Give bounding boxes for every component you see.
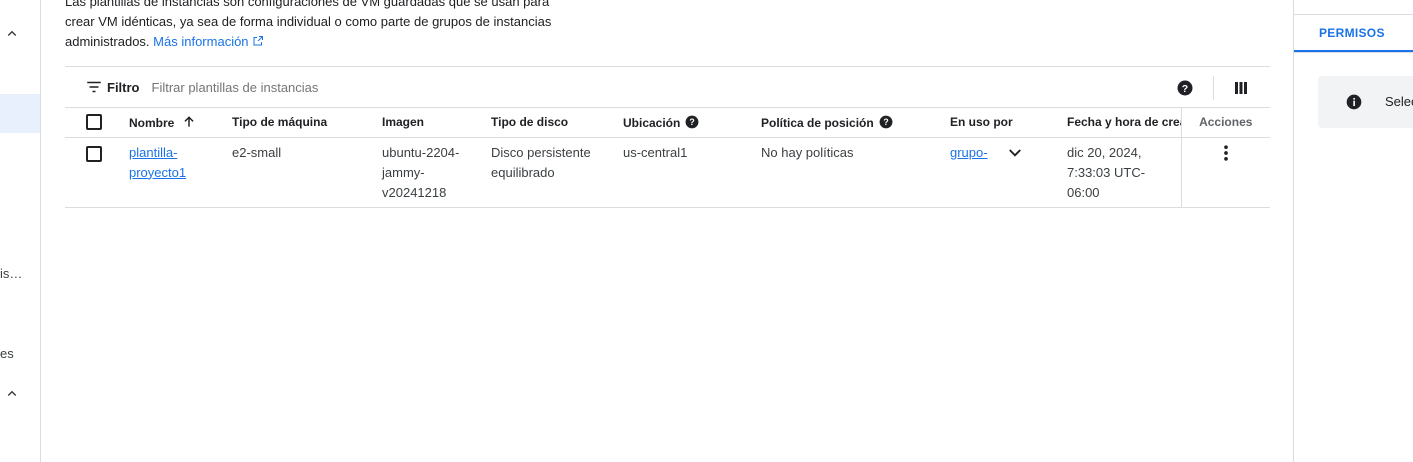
column-header-actions: Acciones	[1180, 108, 1270, 138]
page-description: Las plantillas de instancias son configu…	[65, 0, 565, 52]
row-checkbox[interactable]	[86, 145, 102, 162]
toolbar-divider	[1213, 76, 1214, 100]
column-header-machine-type[interactable]: Tipo de máquina	[224, 108, 374, 138]
svg-text:?: ?	[690, 117, 695, 127]
filter-toolbar: Filtro ?	[65, 66, 1270, 108]
column-header-placement-policy[interactable]: Política de posición?	[753, 108, 942, 138]
column-header-image[interactable]: Imagen	[374, 108, 483, 138]
cell-location: us-central1	[615, 137, 753, 208]
select-all-checkbox[interactable]	[86, 114, 102, 131]
column-display-icon[interactable]	[1232, 79, 1250, 97]
chevron-up-icon[interactable]	[3, 385, 21, 403]
cell-created: dic 20, 2024, 7:33:03 UTC-06:00	[1059, 137, 1181, 208]
tab-permissions[interactable]: PERMISOS	[1294, 15, 1413, 52]
template-name-link[interactable]: plantilla-proyecto1	[129, 145, 186, 180]
description-text: Las plantillas de instancias son configu…	[65, 0, 550, 9]
cell-machine-type: e2-small	[224, 137, 374, 208]
filter-input[interactable]	[151, 79, 752, 95]
instance-templates-table: Nombre Tipo de máquina Imagen Tipo de di…	[65, 108, 1270, 208]
info-message-text: Selec	[1385, 94, 1413, 109]
table-row: plantilla-proyecto1 e2-small ubuntu-2204…	[65, 137, 1270, 208]
table-header-row: Nombre Tipo de máquina Imagen Tipo de di…	[65, 108, 1270, 138]
external-link-icon	[253, 36, 263, 46]
column-header-in-use-by[interactable]: En uso por	[942, 108, 1059, 138]
column-header-disk-type[interactable]: Tipo de disco	[483, 108, 615, 138]
sort-ascending-icon[interactable]	[182, 115, 196, 129]
right-info-panel: PERMISOS Selec	[1293, 0, 1413, 462]
chevron-up-icon[interactable]	[3, 25, 21, 43]
sidebar-item-label[interactable]: es	[0, 346, 14, 361]
learn-more-link[interactable]: Más información	[153, 34, 263, 49]
help-icon[interactable]: ?	[879, 115, 893, 129]
panel-header	[1294, 0, 1413, 15]
column-header-created[interactable]: Fecha y hora de creaci	[1059, 108, 1181, 138]
divider	[1294, 52, 1413, 53]
row-select-cell	[65, 137, 121, 208]
cell-in-use-by: grupo-	[942, 137, 1059, 208]
description-text: administrados.	[65, 34, 150, 49]
column-header-name[interactable]: Nombre	[121, 108, 224, 138]
info-message: Selec	[1318, 76, 1413, 128]
sidebar-active-item[interactable]	[0, 94, 40, 133]
column-header-location[interactable]: Ubicación?	[615, 108, 753, 138]
cell-placement-policy: No hay políticas	[753, 137, 942, 208]
svg-text:?: ?	[883, 117, 888, 127]
cell-disk-type: Disco persistente equilibrado	[483, 137, 615, 208]
svg-text:?: ?	[1182, 83, 1188, 95]
chevron-down-icon[interactable]	[1006, 144, 1024, 162]
instance-group-link[interactable]: grupo-	[950, 145, 988, 160]
sidebar-item-label[interactable]: is…	[0, 266, 22, 281]
description-text: crear VM idénticas, ya sea de forma indi…	[65, 14, 552, 29]
cell-actions	[1180, 137, 1270, 208]
cell-image: ubuntu-2204-jammy-v20241218	[374, 137, 483, 208]
left-sidebar: is… es	[0, 0, 41, 462]
filter-icon	[87, 81, 101, 93]
main-content: Las plantillas de instancias son configu…	[41, 0, 1293, 462]
help-icon[interactable]: ?	[685, 115, 699, 129]
info-icon	[1346, 94, 1362, 110]
more-vert-icon[interactable]	[1216, 143, 1236, 163]
help-icon[interactable]: ?	[1176, 79, 1194, 97]
filter-label: Filtro	[107, 79, 140, 95]
select-all-cell	[65, 108, 121, 138]
cell-name: plantilla-proyecto1	[121, 137, 224, 208]
